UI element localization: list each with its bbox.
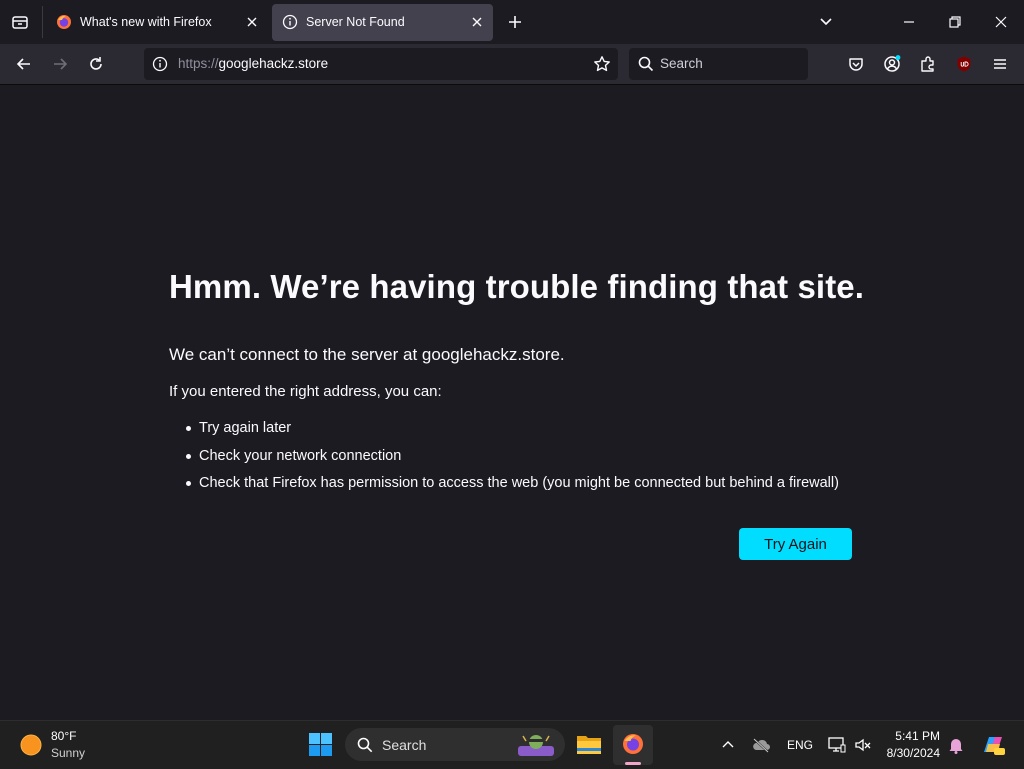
tab-title: Server Not Found <box>306 15 405 29</box>
forward-icon[interactable] <box>50 54 70 74</box>
file-explorer-icon[interactable] <box>576 733 602 755</box>
tab-strip: What's new with Firefox Server Not Found <box>0 0 1024 44</box>
page-title: Hmm. We’re having trouble finding that s… <box>169 268 865 305</box>
tab-divider <box>42 6 43 38</box>
firefox-icon <box>622 733 644 755</box>
navigation-toolbar: https://googlehackz.store Search <box>0 44 1024 85</box>
bookmark-star-icon[interactable] <box>592 54 612 74</box>
suggestions-list: Try again later Check your network conne… <box>169 415 839 498</box>
network-monitor-icon[interactable] <box>828 736 846 754</box>
restore-icon[interactable] <box>945 12 965 32</box>
start-windows-icon[interactable] <box>309 733 332 756</box>
search-bar[interactable]: Search <box>629 48 808 80</box>
show-hidden-icons-chevron-icon[interactable] <box>720 737 736 753</box>
account-icon[interactable] <box>882 54 902 74</box>
tab-server-not-found[interactable]: Server Not Found <box>272 4 493 41</box>
extensions-icon[interactable] <box>918 54 938 74</box>
input-language[interactable]: ENG <box>787 738 813 752</box>
search-placeholder: Search <box>660 56 703 71</box>
reload-icon[interactable] <box>86 54 106 74</box>
firefox-taskbar-item[interactable] <box>613 725 653 765</box>
notification-bell-icon[interactable] <box>948 736 964 754</box>
weather-condition[interactable]: Sunny <box>51 746 85 760</box>
site-info-icon[interactable] <box>150 54 170 74</box>
error-page: Hmm. We’re having trouble finding that s… <box>0 85 1024 720</box>
onedrive-cloud-icon[interactable] <box>751 736 771 754</box>
weather-sun-icon[interactable] <box>20 734 42 756</box>
taskbar: 80°F Sunny Search ENG 5:41 PM 8/30/2024 <box>0 720 1024 769</box>
copilot-icon[interactable] <box>980 732 1006 758</box>
search-icon <box>636 54 656 74</box>
close-tab-icon[interactable] <box>469 14 485 30</box>
error-description: We can’t connect to the server at google… <box>169 345 565 364</box>
search-highlight-icon <box>517 731 555 758</box>
minimize-icon[interactable] <box>899 12 919 32</box>
new-tab-icon[interactable] <box>505 12 525 32</box>
url-text[interactable]: https://googlehackz.store <box>178 56 328 71</box>
url-bar[interactable]: https://googlehackz.store <box>144 48 618 80</box>
clock-date[interactable]: 8/30/2024 <box>887 746 940 760</box>
clock-time[interactable]: 5:41 PM <box>895 729 940 743</box>
tab-overflow-chevron-icon[interactable] <box>816 12 836 32</box>
pocket-icon[interactable] <box>846 54 866 74</box>
list-all-tabs-icon[interactable] <box>10 12 30 32</box>
tab-whats-new[interactable]: What's new with Firefox <box>46 4 268 41</box>
back-icon[interactable] <box>14 54 34 74</box>
taskbar-search-label: Search <box>382 737 427 753</box>
url-scheme: https:// <box>178 56 219 71</box>
volume-muted-icon[interactable] <box>854 736 872 754</box>
url-host: googlehackz.store <box>218 56 329 71</box>
close-window-icon[interactable] <box>991 12 1011 32</box>
firefox-icon <box>56 14 72 30</box>
ublock-icon[interactable] <box>954 54 974 74</box>
close-tab-icon[interactable] <box>244 14 260 30</box>
list-item: Check that Firefox has permission to acc… <box>169 470 839 498</box>
menu-icon[interactable] <box>990 54 1010 74</box>
list-item: Try again later <box>169 415 839 443</box>
weather-temperature[interactable]: 80°F <box>51 729 76 743</box>
search-icon <box>356 736 374 754</box>
taskbar-search[interactable]: Search <box>345 728 565 761</box>
try-again-button[interactable]: Try Again <box>739 528 852 560</box>
active-app-indicator <box>625 762 641 765</box>
tab-title: What's new with Firefox <box>80 15 212 29</box>
list-item: Check your network connection <box>169 443 839 471</box>
suggestions-lead: If you entered the right address, you ca… <box>169 383 442 400</box>
info-icon <box>282 14 298 30</box>
